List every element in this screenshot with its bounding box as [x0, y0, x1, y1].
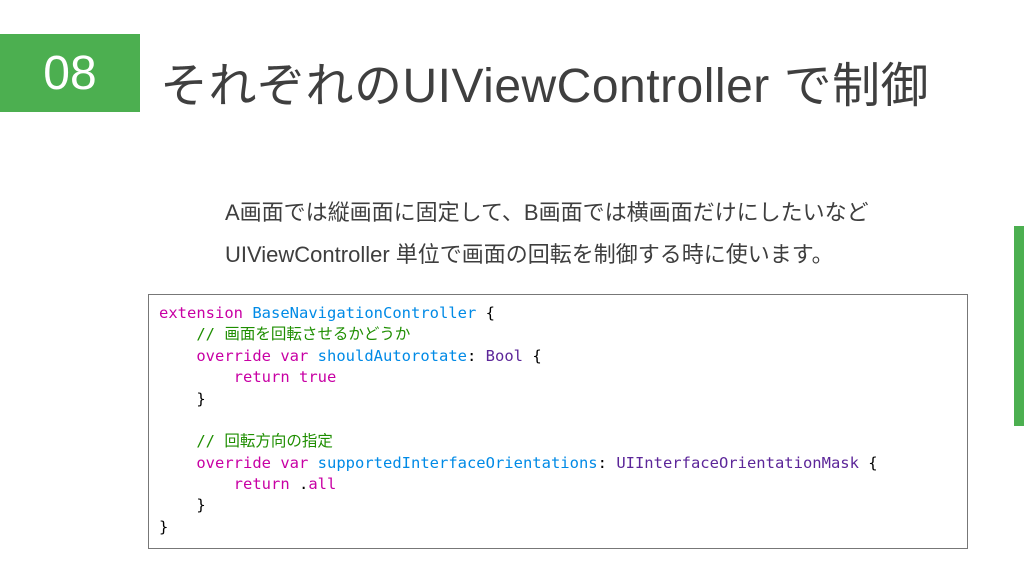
- code-token: :: [598, 454, 617, 472]
- code-token: [159, 475, 234, 493]
- code-token: {: [859, 454, 878, 472]
- code-comment: // 回転方向の指定: [159, 432, 333, 450]
- code-token: BaseNavigationController: [252, 304, 476, 322]
- code-token: supportedInterfaceOrientations: [318, 454, 598, 472]
- code-token: override: [196, 347, 271, 365]
- code-token: var: [280, 347, 308, 365]
- code-token: return: [234, 368, 290, 386]
- code-token: Bool: [486, 347, 523, 365]
- code-token: [308, 347, 317, 365]
- code-token: true: [299, 368, 336, 386]
- description-line-2: UIViewController 単位で画面の回転を制御する時に使います。: [225, 234, 964, 276]
- code-token: [308, 454, 317, 472]
- code-token: UIInterfaceOrientationMask: [616, 454, 859, 472]
- code-token: }: [159, 518, 168, 536]
- code-token: {: [523, 347, 542, 365]
- code-token: {: [476, 304, 495, 322]
- code-token: [159, 368, 234, 386]
- code-token: }: [159, 390, 206, 408]
- description-line-1: A画面では縦画面に固定して、B画面では横画面だけにしたいなど: [225, 192, 964, 234]
- code-comment: // 画面を回転させるかどうか: [159, 325, 410, 343]
- slide-description: A画面では縦画面に固定して、B画面では横画面だけにしたいなど UIViewCon…: [225, 192, 964, 276]
- code-blank: [159, 411, 168, 429]
- code-token: [159, 347, 196, 365]
- code-token: [243, 304, 252, 322]
- code-token: }: [159, 496, 206, 514]
- slide-title: それぞれのUIViewController で制御: [160, 46, 929, 116]
- code-token: .: [290, 475, 309, 493]
- code-token: all: [308, 475, 336, 493]
- code-token: return: [234, 475, 290, 493]
- slide-number-badge: 08: [0, 34, 140, 112]
- code-token: [159, 454, 196, 472]
- code-token: extension: [159, 304, 243, 322]
- slide-number: 08: [43, 46, 96, 101]
- code-token: override: [196, 454, 271, 472]
- code-token: [290, 368, 299, 386]
- code-token: :: [467, 347, 486, 365]
- code-token: shouldAutorotate: [318, 347, 467, 365]
- accent-bar: [1014, 226, 1024, 426]
- code-token: var: [280, 454, 308, 472]
- code-token: [271, 347, 280, 365]
- code-block: extension BaseNavigationController { // …: [148, 294, 968, 549]
- code-token: [271, 454, 280, 472]
